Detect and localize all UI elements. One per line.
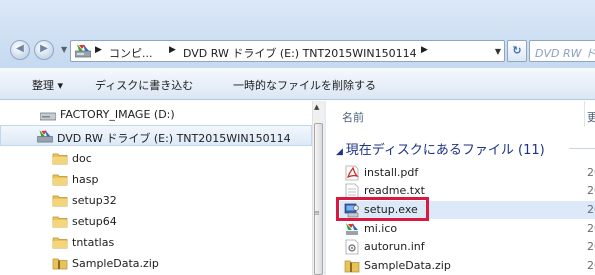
delete-temp-files-button[interactable]: 一時的なファイルを削除する [233, 77, 376, 93]
nav-item-label: SampleData.zip [72, 257, 159, 270]
nav-item-hasp[interactable]: hasp [0, 169, 312, 190]
breadcrumb-computer[interactable]: コンピ... [109, 45, 153, 61]
folder-icon [52, 195, 68, 207]
command-bar: 整理 ▾ ディスクに書き込む 一時的なファイルを削除する [0, 68, 595, 100]
breadcrumb-separator-icon[interactable]: ▶ [169, 45, 176, 55]
pdf-icon [345, 165, 359, 181]
nav-item-sampledata-zip[interactable]: SampleData.zip [0, 253, 312, 274]
file-name: readme.txt [364, 184, 425, 197]
file-date: 20 [587, 184, 595, 197]
organize-button[interactable]: 整理 ▾ [32, 77, 63, 93]
breadcrumb-separator-icon[interactable]: ▶ [95, 45, 102, 55]
nav-item-tntatlas[interactable]: tntatlas [0, 232, 312, 253]
nav-item-doc[interactable]: doc [0, 148, 312, 169]
nav-item-label: setup32 [72, 194, 117, 207]
file-row-mi-ico[interactable]: mi.ico 20 [340, 220, 595, 238]
nav-item-dvd-drive[interactable]: DVD RW ドライブ (E:) TNT2015WIN150114 [0, 125, 312, 146]
scrollbar-grip-icon: ≡ [314, 209, 320, 217]
recent-pages-dropdown-icon[interactable]: ▼ [61, 45, 67, 54]
breadcrumb-dvd-drive[interactable]: DVD RW ドライブ (E:) TNT2015WIN150114 [183, 45, 417, 61]
back-arrow-icon: ◀ [16, 43, 24, 54]
dvd-drive-icon [37, 130, 53, 143]
group-title: 現在ディスクにあるファイル (11) [345, 143, 545, 158]
group-divider [569, 148, 595, 149]
burn-to-disc-button[interactable]: ディスクに書き込む [95, 77, 193, 93]
column-header-name[interactable]: 名前 [342, 109, 364, 125]
nav-item-setup64[interactable]: setup64 [0, 211, 312, 232]
file-date: 20 [587, 259, 595, 272]
nav-item-setup32[interactable]: setup32 [0, 190, 312, 211]
file-row-autorun-inf[interactable]: autorun.inf 20 [340, 238, 595, 256]
refresh-button[interactable]: ↻ [507, 40, 527, 62]
nav-item-label: setup64 [72, 215, 117, 228]
file-name: mi.ico [364, 222, 398, 235]
nav-item-label: FACTORY_IMAGE (D:) [60, 108, 175, 121]
file-date: 20 [587, 203, 595, 216]
file-date: 20 [587, 166, 595, 179]
scrollbar-thumb[interactable] [314, 123, 323, 275]
column-divider[interactable] [584, 101, 585, 127]
refresh-icon: ↻ [512, 44, 522, 57]
dvd-drive-icon [75, 44, 91, 58]
column-header-date[interactable]: 更 [587, 109, 595, 125]
folder-icon [52, 153, 68, 165]
zip-icon [52, 258, 68, 270]
file-name: SampleData.zip [364, 259, 451, 272]
zip-icon [344, 260, 360, 273]
back-button[interactable]: ◀ [10, 40, 30, 60]
search-placeholder: DVD RW ドライブ [535, 47, 595, 60]
file-date: 20 [587, 222, 595, 235]
setup-exe-highlight-box [336, 197, 429, 221]
file-row-sampledata-zip[interactable]: SampleData.zip 20 [340, 257, 595, 275]
forward-arrow-icon: ▶ [40, 43, 48, 54]
nav-item-label: doc [72, 152, 92, 165]
nav-item-label: hasp [72, 173, 99, 186]
file-date: 20 [587, 240, 595, 253]
forward-button[interactable]: ▶ [34, 40, 54, 60]
file-list-pane: 名前 更 ◢ 現在ディスクにあるファイル (11) install.pdf 20… [326, 101, 595, 275]
nav-item-factory-image[interactable]: FACTORY_IMAGE (D:) [0, 104, 312, 125]
breadcrumb-separator-icon[interactable]: ▶ [421, 45, 428, 55]
nav-item-label: tntatlas [72, 236, 115, 249]
address-bar[interactable]: ▶ コンピ... ▶ DVD RW ドライブ (E:) TNT2015WIN15… [70, 40, 505, 62]
file-name: autorun.inf [364, 240, 425, 253]
folder-icon [52, 216, 68, 228]
nav-item-label: DVD RW ドライブ (E:) TNT2015WIN150114 [57, 132, 291, 145]
folder-icon [52, 237, 68, 249]
scroll-up-icon[interactable]: ▲ [314, 103, 319, 111]
address-bar-region: ◀ ▶ ▼ ▶ コンピ... ▶ DVD RW ドライブ (E:) TNT201… [0, 0, 595, 68]
group-collapse-icon[interactable]: ◢ [336, 147, 346, 157]
search-input[interactable]: DVD RW ドライブ [529, 40, 595, 62]
file-row-install-pdf[interactable]: install.pdf 20 [340, 164, 595, 182]
group-header[interactable]: ◢ 現在ディスクにあるファイル (11) [336, 139, 545, 158]
navigation-pane: FACTORY_IMAGE (D:) DVD RW ドライブ (E:) TNT2… [0, 101, 323, 275]
address-history-dropdown-icon[interactable]: ▼ [495, 47, 501, 56]
ico-file-icon [346, 223, 358, 235]
inf-file-icon [345, 239, 359, 255]
nav-pane-scrollbar[interactable]: ▲ ≡ [312, 101, 324, 275]
folder-icon [52, 174, 68, 186]
file-name: install.pdf [364, 166, 419, 179]
drive-icon [40, 112, 56, 121]
